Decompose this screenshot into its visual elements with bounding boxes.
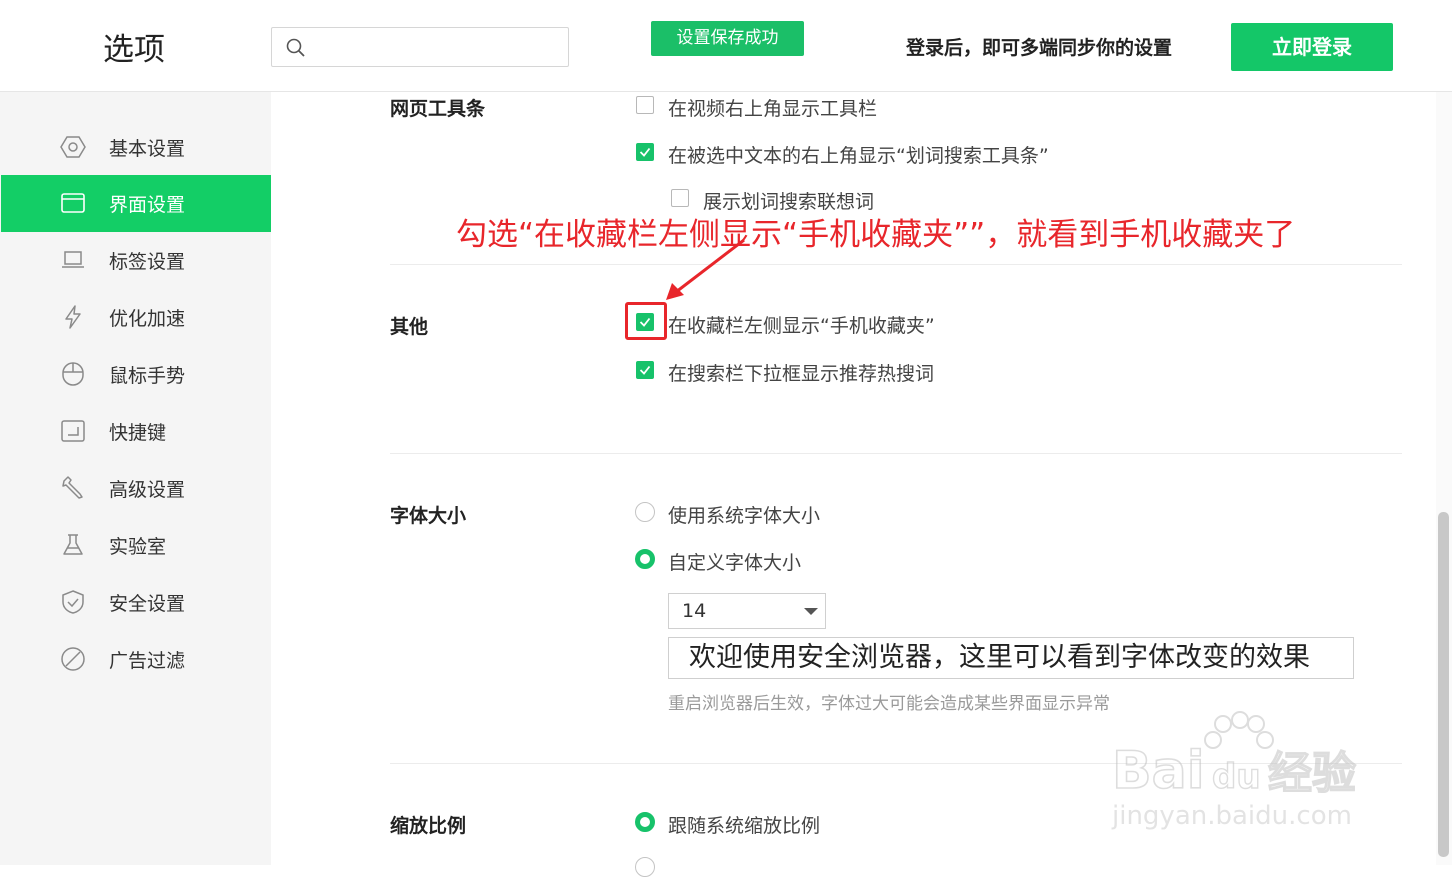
- watermark-url: jingyan.baidu.com: [1111, 801, 1352, 831]
- option-label: 在搜索栏下拉框显示推荐热搜词: [668, 363, 935, 385]
- sidebar-item-label: 实验室: [109, 536, 167, 558]
- section-label-toolbar: 网页工具条: [390, 98, 486, 120]
- sidebar: 基本设置 界面设置 标签设置 优化加速 鼠标手势 快捷键 高级设置 实验室 安全…: [0, 92, 271, 865]
- font-hint: 重启浏览器后生效，字体过大可能会造成某些界面显示异常: [668, 694, 1110, 714]
- page-title: 选项: [103, 32, 165, 68]
- font-size-value: 14: [682, 600, 707, 622]
- section-divider: [390, 264, 1402, 265]
- sidebar-item-advanced[interactable]: 高级设置: [1, 460, 271, 517]
- radio-system-font[interactable]: [635, 502, 655, 522]
- wrench-icon: [62, 476, 83, 499]
- sidebar-item-mouse-gesture[interactable]: 鼠标手势: [1, 346, 271, 403]
- font-size-select[interactable]: 14: [668, 593, 826, 629]
- sidebar-item-label: 标签设置: [109, 251, 186, 273]
- radio-follow-system-zoom[interactable]: [635, 812, 655, 832]
- checkbox-hot-search[interactable]: [636, 361, 654, 379]
- baidu-watermark-logo: Bai du 经验 jingyan.baidu.com: [1111, 711, 1357, 831]
- checkbox-selection-toolbar[interactable]: [636, 143, 654, 161]
- flask-icon: [63, 534, 83, 555]
- mouse-icon: [62, 362, 84, 386]
- sidebar-item-label: 安全设置: [109, 593, 186, 615]
- section-label-zoom: 缩放比例: [390, 815, 467, 837]
- svg-text:经验: 经验: [1268, 748, 1356, 799]
- option-label: 在被选中文本的右上角显示“划词搜索工具条”: [668, 145, 1049, 167]
- section-label-font: 字体大小: [390, 505, 467, 527]
- section-divider: [390, 453, 1402, 454]
- option-label: 在视频右上角显示工具栏: [668, 98, 878, 120]
- sidebar-item-security[interactable]: 安全设置: [1, 574, 271, 631]
- hexagon-gear-icon: [60, 136, 86, 158]
- login-tip: 登录后，即可多端同步你的设置: [906, 37, 1173, 59]
- check-icon: [639, 365, 651, 375]
- sidebar-item-lab[interactable]: 实验室: [1, 517, 271, 574]
- window-icon: [61, 193, 85, 213]
- font-preview-box: 欢迎使用安全浏览器，这里可以看到字体改变的效果: [668, 637, 1354, 679]
- option-label: 在收藏栏左侧显示“手机收藏夹”: [668, 315, 935, 337]
- sidebar-item-shortcuts[interactable]: 快捷键: [1, 403, 271, 460]
- sidebar-item-label: 高级设置: [109, 479, 186, 501]
- checkbox-video-toolbar[interactable]: [636, 96, 654, 114]
- svg-text:Bai: Bai: [1112, 741, 1205, 801]
- scrollbar-thumb[interactable]: [1438, 512, 1449, 857]
- sidebar-item-label: 鼠标手势: [109, 365, 186, 387]
- radio-custom-font[interactable]: [635, 549, 655, 569]
- annotation-text: 勾选“在收藏栏左侧显示“手机收藏夹””，就看到手机收藏夹了: [456, 217, 1296, 253]
- sidebar-item-interface[interactable]: 界面设置: [1, 175, 271, 232]
- option-label: 使用系统字体大小: [668, 505, 821, 527]
- sidebar-item-label: 界面设置: [109, 194, 186, 216]
- sidebar-item-label: 优化加速: [109, 308, 186, 330]
- check-icon: [639, 147, 651, 157]
- option-label: 跟随系统缩放比例: [668, 815, 821, 837]
- radio-custom-zoom[interactable]: [635, 857, 655, 877]
- sidebar-item-speedup[interactable]: 优化加速: [1, 289, 271, 346]
- sidebar-item-label: 基本设置: [109, 138, 186, 160]
- option-label: 自定义字体大小: [668, 552, 802, 574]
- top-bar: 选项 设置保存成功 登录后，即可多端同步你的设置 立即登录: [0, 0, 1452, 92]
- sidebar-item-tabs[interactable]: 标签设置: [1, 232, 271, 289]
- keyboard-icon: [61, 420, 85, 442]
- annotation-highlight-box: [625, 302, 667, 340]
- laptop-icon: [62, 251, 84, 268]
- sidebar-item-basic[interactable]: 基本设置: [1, 119, 271, 176]
- search-icon: [286, 38, 305, 57]
- checkbox-suggest-words[interactable]: [671, 189, 689, 207]
- lightning-icon: [65, 305, 81, 329]
- annotation-arrow-icon: [666, 238, 745, 300]
- svg-text:du: du: [1212, 757, 1261, 797]
- shield-icon: [62, 590, 84, 614]
- block-icon: [61, 647, 85, 671]
- login-button[interactable]: 立即登录: [1231, 23, 1393, 71]
- chevron-down-icon: [804, 608, 818, 615]
- search-input[interactable]: [271, 27, 569, 67]
- sidebar-item-label: 快捷键: [109, 422, 167, 444]
- sidebar-item-adblock[interactable]: 广告过滤: [1, 631, 271, 688]
- section-label-other: 其他: [390, 316, 429, 338]
- save-success-toast: 设置保存成功: [651, 21, 804, 56]
- sidebar-item-label: 广告过滤: [109, 650, 186, 672]
